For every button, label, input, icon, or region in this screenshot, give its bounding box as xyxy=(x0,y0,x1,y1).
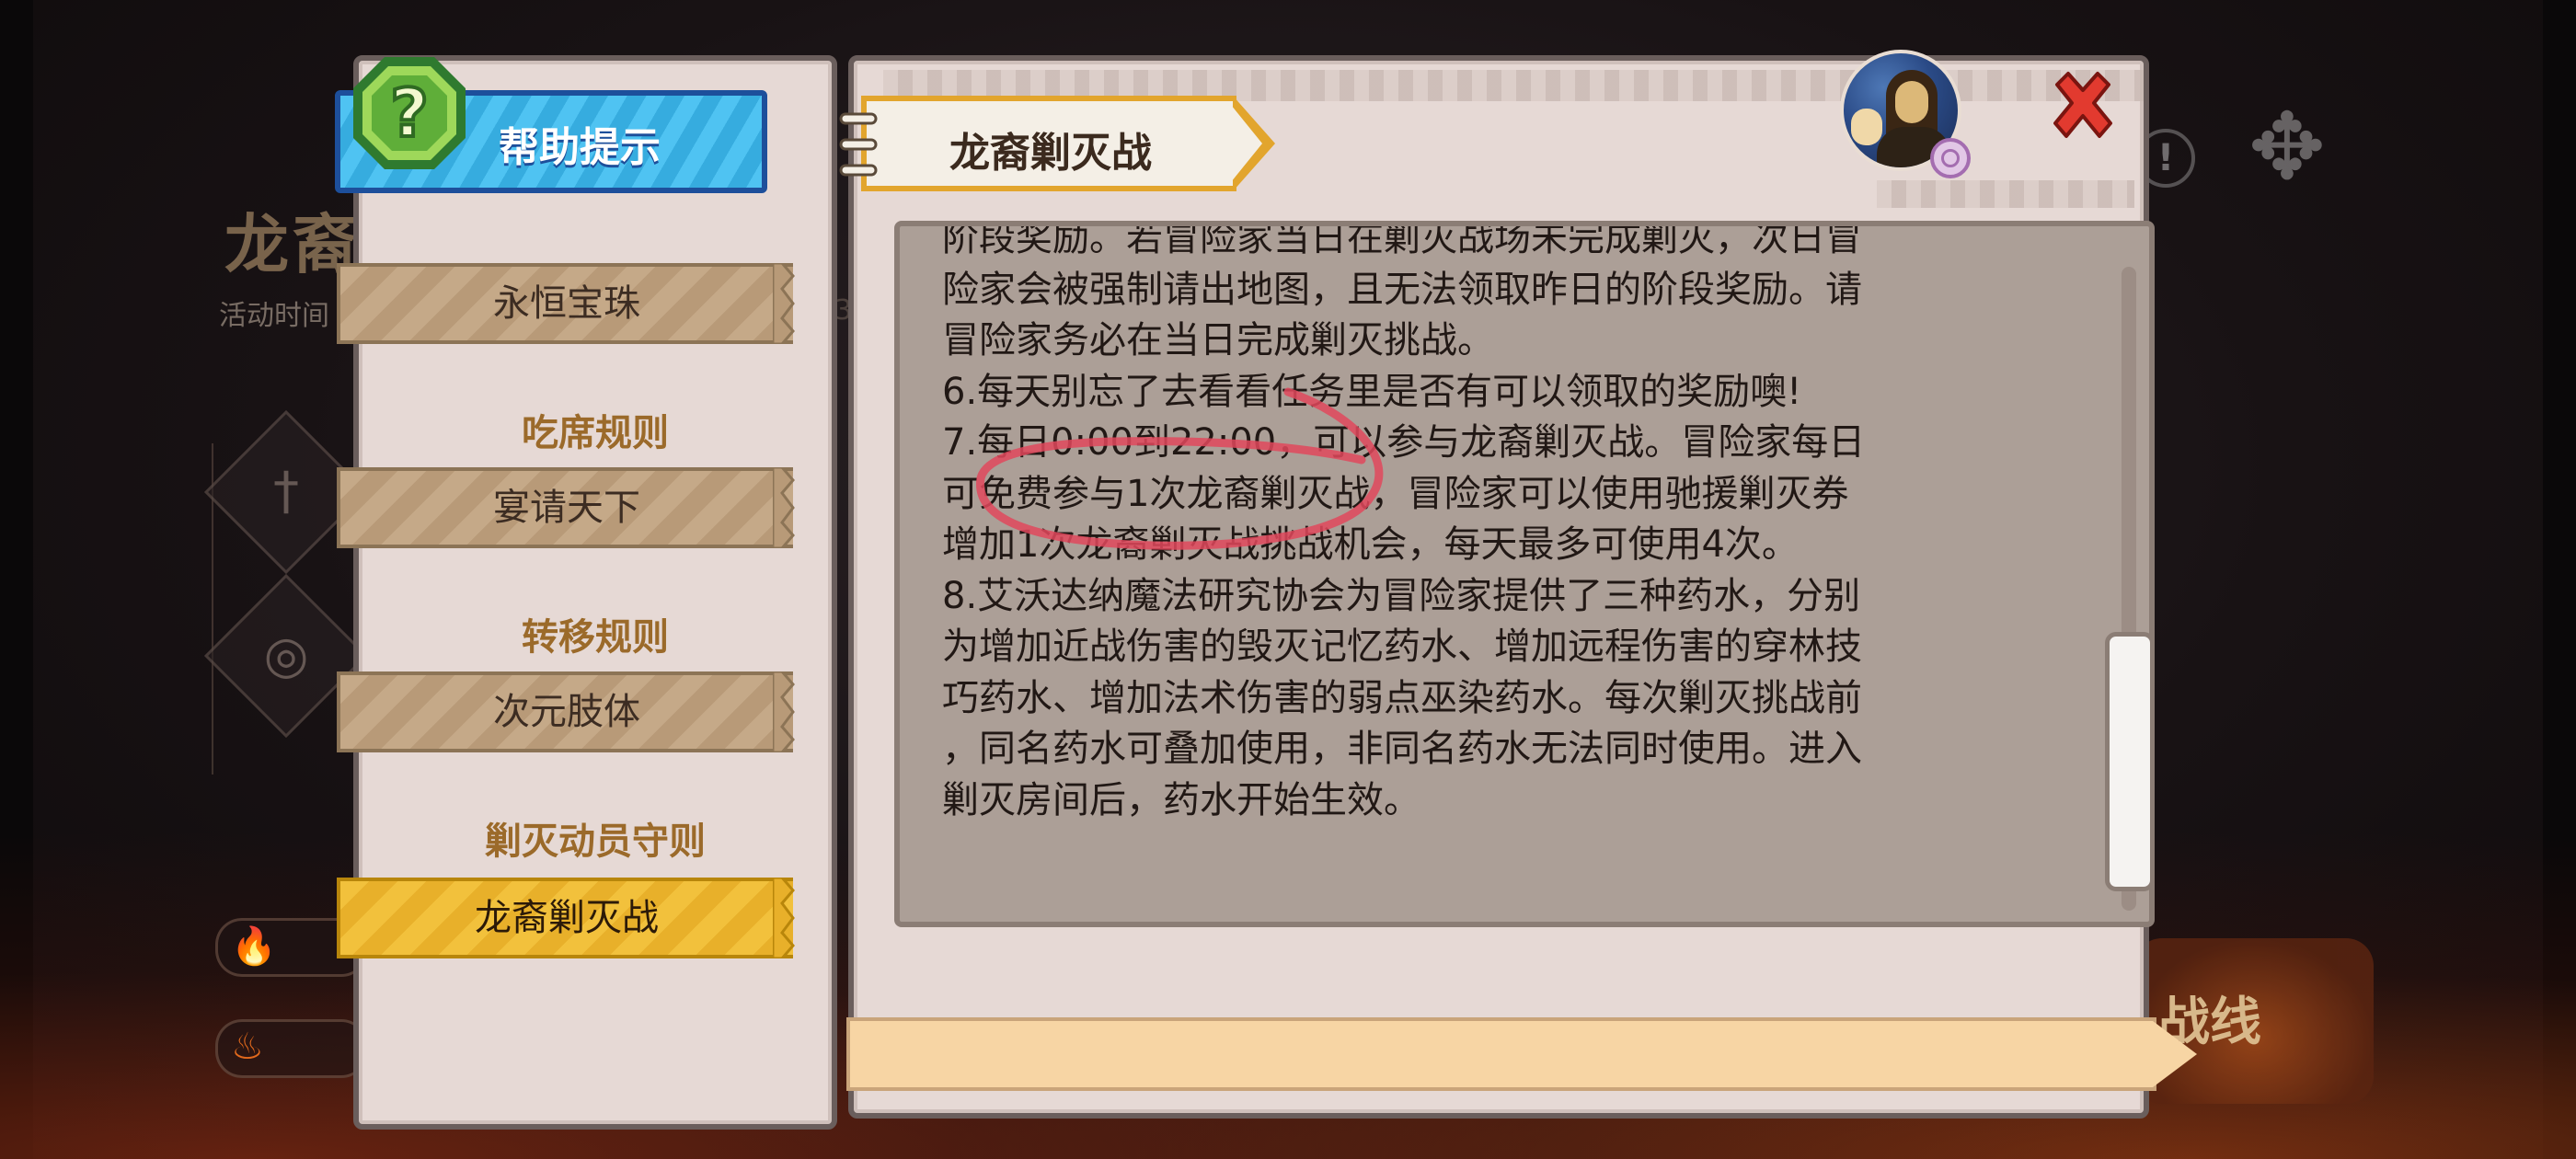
help-banner-title: 帮助提示 xyxy=(499,124,661,171)
help-text-line: 7.每日0:00到22:00，可以参与龙裔剿灭战。冒险家每日 xyxy=(942,421,1866,464)
help-text-line: 巧药水、增加法术伤害的弱点巫染药水。每次剿灭挑战前 xyxy=(942,676,1862,719)
background-flame-pill: ♨ xyxy=(215,1019,368,1078)
nav-tab-label: 永恒宝珠 xyxy=(493,282,640,325)
scrollbar-thumb[interactable] xyxy=(2105,632,2155,892)
help-text-box[interactable]: 阶段奖励。若冒险家当日在剿灭战场未完成剿灭，次日冒险家会被强制请出地图，且无法领… xyxy=(894,221,2155,927)
flame-icon: ♨ xyxy=(231,1026,264,1068)
help-text: 阶段奖励。若冒险家当日在剿灭战场未完成剿灭，次日冒险家会被强制请出地图，且无法领… xyxy=(942,221,2046,826)
nav-tab-label: 次元肢体 xyxy=(493,691,640,733)
help-text-line: 增加1次龙裔剿灭战挑战机会，每天最多可使用4次。 xyxy=(942,523,1799,566)
panel-footer-ribbon xyxy=(846,1017,2156,1091)
background-event-time-label: 活动时间 xyxy=(219,300,329,332)
svg-text:?: ? xyxy=(390,75,429,152)
tab-notch-edge xyxy=(773,467,795,548)
close-x-icon[interactable] xyxy=(2044,66,2122,143)
compass-star-icon: ✥ xyxy=(2248,93,2326,201)
help-text-line: 冒险家务必在当日完成剿灭挑战。 xyxy=(942,319,1494,361)
question-mark-icon: ? xyxy=(353,57,466,169)
panel-decoration-right xyxy=(1877,180,2134,208)
nav-section-heading: 吃席规则 xyxy=(522,412,669,454)
nav-tab-label: 宴请天下 xyxy=(493,487,640,529)
tab-notch-edge xyxy=(773,878,795,958)
help-nav-panel xyxy=(353,55,837,1130)
help-text-line: 可免费参与1次龙裔剿灭战，冒险家可以使用驰援剿灭券 xyxy=(942,472,1849,515)
fire-icon: 🔥 xyxy=(231,925,277,968)
tab-notch-edge xyxy=(773,263,795,344)
content-title: 龙裔剿灭战 xyxy=(949,130,1152,177)
avatar-badge-icon xyxy=(1930,138,1971,178)
target-icon: ◎ xyxy=(263,625,309,685)
content-title-tag: 龙裔剿灭战 xyxy=(861,96,1236,191)
help-text-line: 险家会被强制请出地图，且无法领取昨日的阶段奖励。请 xyxy=(942,268,1862,311)
nav-tab-label: 龙裔剿灭战 xyxy=(475,897,659,939)
title-tag-arrow-inner xyxy=(1231,105,1262,182)
help-text-line: 为增加近战伤害的毁灭记忆药水、增加远程伤害的穿林技 xyxy=(942,625,1862,668)
help-text-line: 6.每天别忘了去看看任务里是否有可以领取的奖励噢! xyxy=(942,370,1802,413)
panel-footer-ribbon-tail xyxy=(2153,1021,2197,1087)
avatar-face xyxy=(1895,81,1928,123)
nav-section-heading: 剿灭动员守则 xyxy=(485,820,706,863)
nav-tab-6[interactable]: 龙裔剿灭战 xyxy=(337,878,795,958)
sword-icon: † xyxy=(273,462,299,522)
nav-tab-0[interactable]: 永恒宝珠 xyxy=(337,263,795,344)
binder-rings-icon xyxy=(839,112,878,177)
help-text-line: ，同名药水可叠加使用，非同名药水无法同时使用。进入 xyxy=(942,728,1862,770)
nav-section-heading: 转移规则 xyxy=(522,616,669,659)
help-text-line: 阶段奖励。若冒险家当日在剿灭战场未完成剿灭，次日冒 xyxy=(942,221,1862,259)
tab-notch-edge xyxy=(773,671,795,752)
nav-tab-4[interactable]: 次元肢体 xyxy=(337,671,795,752)
help-text-line: 8.艾沃达纳魔法研究协会为冒险家提供了三种药水，分别 xyxy=(942,574,1861,617)
nav-tab-2[interactable]: 宴请天下 xyxy=(337,467,795,548)
help-text-line: 剿灭房间后，药水开始生效。 xyxy=(942,778,1420,821)
avatar-side-figure xyxy=(1851,109,1882,145)
